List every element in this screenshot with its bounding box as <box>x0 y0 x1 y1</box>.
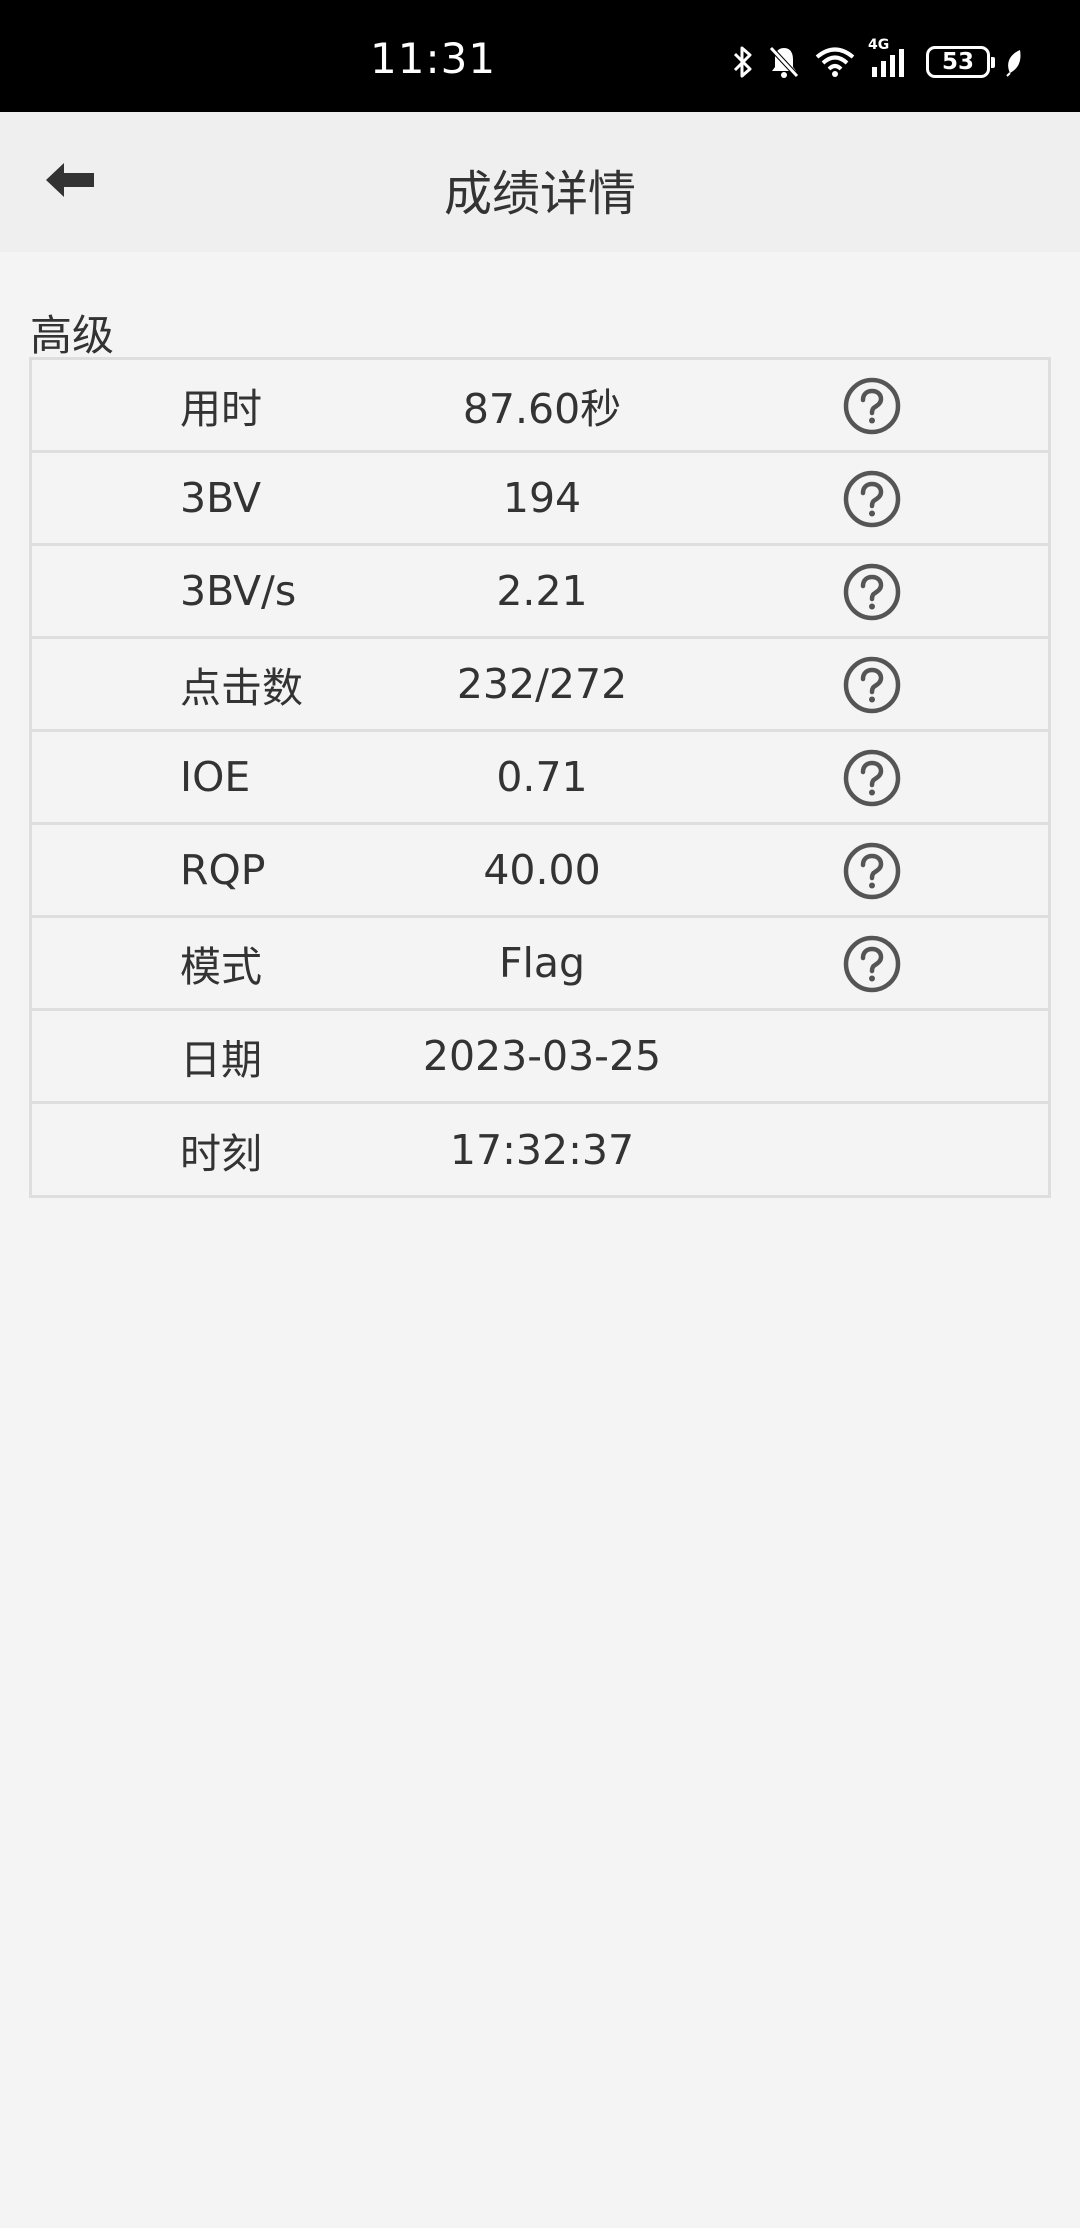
stat-row: 时刻 17:32:37 <box>32 1104 1048 1195</box>
leaf-icon <box>1004 47 1024 77</box>
status-time: 11:31 <box>370 34 497 83</box>
signal-icon: 4G <box>868 37 912 79</box>
stat-row: 用时 87.60秒 <box>32 360 1048 453</box>
help-button[interactable] <box>843 749 901 807</box>
question-circle-icon <box>843 377 901 435</box>
stat-value: 232/272 <box>456 660 628 708</box>
question-circle-icon <box>843 749 901 807</box>
question-circle-icon <box>843 563 901 621</box>
page-title: 成绩详情 <box>443 166 636 222</box>
status-bar: 11:31 4G 53 <box>0 0 1080 112</box>
stat-row: 3BV 194 <box>32 453 1048 546</box>
battery-icon: 53 <box>926 46 995 78</box>
app-bar: 成绩详情 <box>0 112 1080 252</box>
help-button[interactable] <box>843 563 901 621</box>
stat-label: RQP <box>180 846 266 894</box>
stat-value: 2023-03-25 <box>422 1032 662 1080</box>
stat-row: RQP 40.00 <box>32 825 1048 918</box>
help-button[interactable] <box>843 470 901 528</box>
stat-label: 用时 <box>180 385 262 433</box>
stat-value: 17:32:37 <box>449 1125 635 1174</box>
question-circle-icon <box>843 935 901 993</box>
stat-value: Flag <box>498 939 586 987</box>
bluetooth-icon <box>732 45 754 79</box>
stat-value: 0.71 <box>496 753 588 801</box>
stat-value: 87.60秒 <box>462 385 622 433</box>
stat-label: 时刻 <box>180 1129 262 1178</box>
stat-label: 3BV/s <box>180 567 297 615</box>
stat-label: 模式 <box>180 943 262 991</box>
question-circle-icon <box>843 842 901 900</box>
network-type: 4G <box>868 37 890 53</box>
stat-label: IOE <box>180 753 251 801</box>
stat-row: IOE 0.71 <box>32 732 1048 825</box>
stat-label: 日期 <box>180 1036 262 1084</box>
stat-value: 40.00 <box>483 846 601 894</box>
stat-row: 3BV/s 2.21 <box>32 546 1048 639</box>
help-button[interactable] <box>843 842 901 900</box>
stats-table: 用时 87.60秒 3BV 194 3BV/s 2.21 点击数 232/272 IOE 0.71… <box>29 357 1051 1198</box>
wifi-icon <box>814 45 856 79</box>
question-circle-icon <box>843 470 901 528</box>
stat-row: 点击数 232/272 <box>32 639 1048 732</box>
bell-off-icon <box>768 45 800 79</box>
stat-row: 日期 2023-03-25 <box>32 1011 1048 1104</box>
help-button[interactable] <box>843 656 901 714</box>
question-circle-icon <box>843 656 901 714</box>
section-title: 高级 <box>30 311 115 360</box>
stat-row: 模式 Flag <box>32 918 1048 1011</box>
stat-value: 2.21 <box>496 567 588 615</box>
battery-level: 53 <box>941 49 974 75</box>
help-button[interactable] <box>843 377 901 435</box>
status-icons: 4G 53 <box>732 37 1024 82</box>
help-button[interactable] <box>843 935 901 993</box>
stat-value: 194 <box>502 474 582 522</box>
stat-label: 3BV <box>180 474 261 522</box>
stat-label: 点击数 <box>180 664 303 712</box>
